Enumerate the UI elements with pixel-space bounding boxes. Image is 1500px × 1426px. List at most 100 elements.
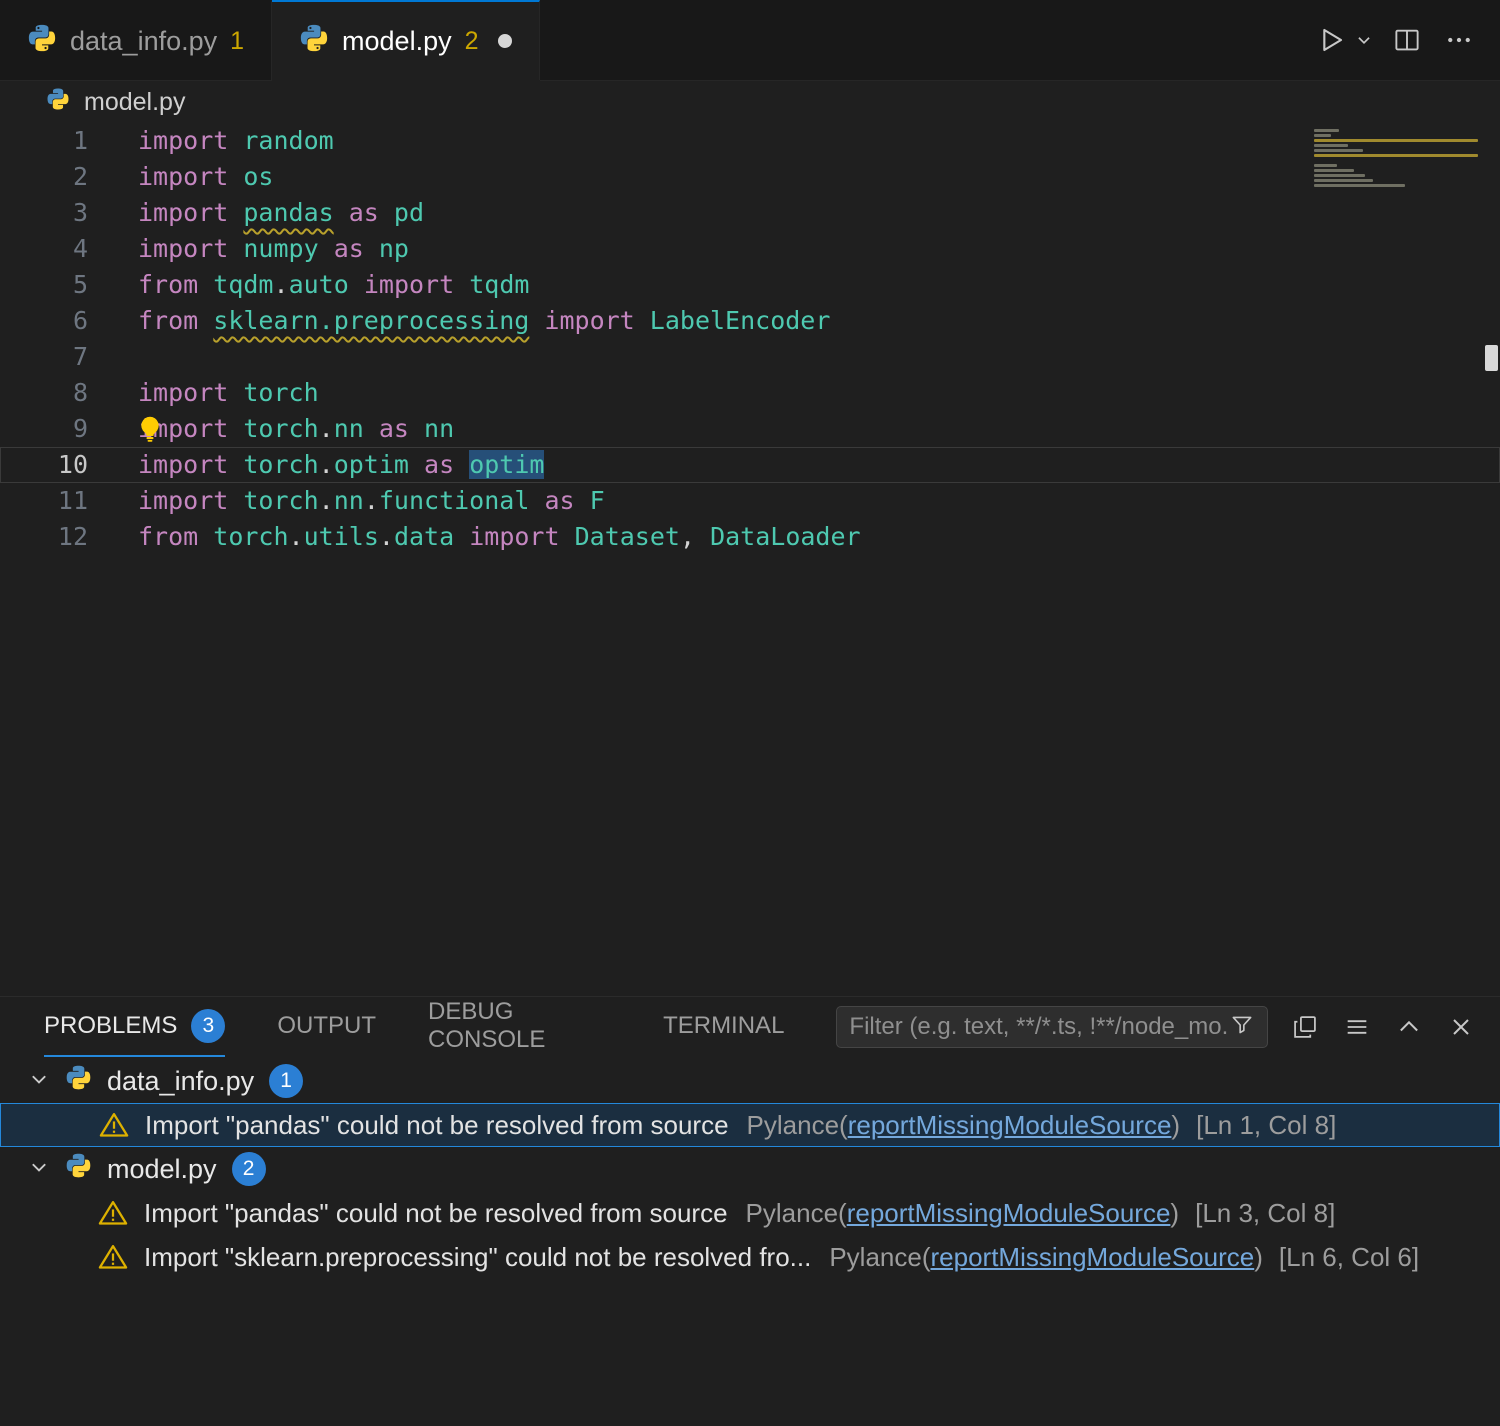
split-editor-icon[interactable] bbox=[1384, 17, 1430, 63]
code-text: import os bbox=[138, 162, 274, 191]
breadcrumb[interactable]: model.py bbox=[0, 81, 1500, 123]
problem-code-link[interactable]: reportMissingModuleSource bbox=[931, 1242, 1255, 1272]
problems-group-header[interactable]: data_info.py 1 bbox=[0, 1059, 1500, 1103]
minimap-line bbox=[1314, 154, 1478, 157]
line-number: 5 bbox=[72, 270, 88, 299]
problem-source: Pylance(reportMissingModuleSource) bbox=[829, 1241, 1263, 1272]
problem-code-link[interactable]: reportMissingModuleSource bbox=[848, 1110, 1172, 1140]
code-line[interactable]: 6 from sklearn.preprocessing import Label… bbox=[0, 303, 1500, 339]
tab-bar: data_info.py 1 model.py 2 bbox=[0, 0, 1500, 81]
warning-icon bbox=[99, 1110, 129, 1140]
minimap-line bbox=[1314, 144, 1348, 147]
more-actions-icon[interactable] bbox=[1436, 17, 1482, 63]
python-icon bbox=[299, 23, 329, 60]
problems-list: data_info.py 1 Import "pandas" could not b… bbox=[0, 1057, 1500, 1426]
lightbulb-icon[interactable] bbox=[136, 415, 164, 453]
line-number: 8 bbox=[72, 378, 88, 407]
minimap-line bbox=[1314, 149, 1363, 152]
line-number: 6 bbox=[72, 306, 88, 335]
filter-icon[interactable] bbox=[1229, 1012, 1255, 1043]
problem-row[interactable]: Import "sklearn.preprocessing" could not… bbox=[0, 1235, 1500, 1279]
code-text: import torch.nn.functional as F bbox=[138, 486, 605, 515]
problem-message: Import "pandas" could not be resolved fr… bbox=[144, 1197, 728, 1228]
problem-code-link[interactable]: reportMissingModuleSource bbox=[847, 1198, 1171, 1228]
line-number: 4 bbox=[72, 234, 88, 263]
code-line[interactable]: 5 from tqdm.auto import tqdm bbox=[0, 267, 1500, 303]
code-line[interactable]: 1 import random bbox=[0, 123, 1500, 159]
problem-location: [Ln 1, Col 8] bbox=[1196, 1109, 1337, 1140]
run-button[interactable] bbox=[1308, 17, 1354, 63]
line-number: 10 bbox=[57, 450, 88, 479]
collapse-all-icon[interactable] bbox=[1282, 1004, 1328, 1050]
code-text: import numpy as np bbox=[138, 234, 409, 263]
code-text: import random bbox=[138, 126, 334, 155]
modified-dot[interactable] bbox=[497, 34, 512, 48]
warning-icon bbox=[98, 1242, 128, 1272]
minimap-line bbox=[1314, 134, 1331, 137]
minimap-line bbox=[1314, 174, 1365, 177]
chevron-down-icon[interactable] bbox=[28, 1066, 50, 1097]
close-panel-icon[interactable] bbox=[1438, 1004, 1484, 1050]
code-text: from sklearn.preprocessing import LabelE… bbox=[138, 306, 831, 335]
problems-group-file: model.py bbox=[107, 1153, 217, 1184]
tab-problems-count: 2 bbox=[464, 26, 479, 55]
minimap[interactable] bbox=[1314, 129, 1482, 189]
code-line[interactable]: 9 import torch.nn as nn bbox=[0, 411, 1500, 447]
code-line[interactable]: 7 bbox=[0, 339, 1500, 375]
view-as-table-icon[interactable] bbox=[1334, 1004, 1380, 1050]
python-icon bbox=[65, 1152, 92, 1186]
line-number: 11 bbox=[57, 486, 88, 515]
tab-output[interactable]: OUTPUT bbox=[277, 997, 376, 1057]
vscode-window: data_info.py 1 model.py 2 model.py 1 imp… bbox=[0, 0, 1500, 1426]
maximize-panel-icon[interactable] bbox=[1386, 1004, 1432, 1050]
problems-count-badge: 3 bbox=[191, 1009, 226, 1043]
code-lines: 1 import random 2 import os 3 import pandas a… bbox=[0, 123, 1500, 555]
minimap-line bbox=[1314, 139, 1478, 142]
problems-group-header[interactable]: model.py 2 bbox=[0, 1147, 1500, 1191]
line-number: 2 bbox=[72, 162, 88, 191]
problem-message: Import "sklearn.preprocessing" could not… bbox=[144, 1241, 812, 1272]
tab-problems-count: 1 bbox=[230, 26, 245, 55]
tab-data-info-py[interactable]: data_info.py 1 bbox=[0, 0, 273, 80]
code-line[interactable]: 12 from torch.utils.data import Dataset, … bbox=[0, 519, 1500, 555]
code-line[interactable]: 11 import torch.nn.functional as F bbox=[0, 483, 1500, 519]
tab-label: data_info.py bbox=[70, 25, 218, 56]
line-number: 9 bbox=[72, 414, 88, 443]
run-chevron-icon[interactable] bbox=[1350, 17, 1378, 63]
problem-source: Pylance(reportMissingModuleSource) bbox=[746, 1109, 1181, 1140]
minimap-line bbox=[1314, 164, 1337, 167]
minimap-line bbox=[1314, 159, 1482, 164]
line-number: 1 bbox=[72, 126, 88, 155]
minimap-line bbox=[1314, 129, 1339, 132]
line-number: 3 bbox=[72, 198, 88, 227]
problem-message: Import "pandas" could not be resolved fr… bbox=[145, 1109, 729, 1140]
python-icon bbox=[27, 23, 57, 60]
panel-tab-label: OUTPUT bbox=[277, 1012, 377, 1039]
line-number: 7 bbox=[72, 342, 88, 371]
filter-input[interactable] bbox=[849, 1013, 1229, 1041]
code-line[interactable]: 10 import torch.optim as optim bbox=[0, 447, 1500, 483]
problems-group-file: data_info.py bbox=[107, 1065, 255, 1096]
line-number: 12 bbox=[57, 522, 88, 551]
code-line[interactable]: 2 import os bbox=[0, 159, 1500, 195]
code-line[interactable]: 8 import torch bbox=[0, 375, 1500, 411]
chevron-down-icon[interactable] bbox=[28, 1154, 50, 1185]
code-line[interactable]: 4 import numpy as np bbox=[0, 231, 1500, 267]
code-line[interactable]: 3 import pandas as pd bbox=[0, 195, 1500, 231]
breadcrumb-file: model.py bbox=[84, 87, 186, 116]
editor-actions bbox=[1308, 0, 1500, 80]
tab-debug-console[interactable]: DEBUG CONSOLE bbox=[428, 997, 611, 1057]
tab-terminal[interactable]: TERMINAL bbox=[663, 997, 784, 1057]
tab-problems[interactable]: PROBLEMS 3 bbox=[44, 997, 226, 1057]
panel-tab-label: PROBLEMS bbox=[44, 1012, 178, 1039]
panel-action-icons bbox=[1282, 1004, 1484, 1050]
problems-group-count: 1 bbox=[269, 1064, 304, 1098]
python-icon bbox=[46, 87, 70, 118]
problem-row[interactable]: Import "pandas" could not be resolved fr… bbox=[0, 1191, 1500, 1235]
tab-model-py[interactable]: model.py 2 bbox=[272, 0, 540, 80]
code-editor[interactable]: 1 import random 2 import os 3 import pandas a… bbox=[0, 123, 1500, 996]
bottom-panel: PROBLEMS 3 OUTPUT DEBUG CONSOLE TERMINAL bbox=[0, 996, 1500, 1426]
code-text: from torch.utils.data import Dataset, Da… bbox=[138, 522, 861, 551]
problem-row[interactable]: Import "pandas" could not be resolved fr… bbox=[0, 1103, 1500, 1147]
panel-tab-label: DEBUG CONSOLE bbox=[428, 998, 546, 1053]
